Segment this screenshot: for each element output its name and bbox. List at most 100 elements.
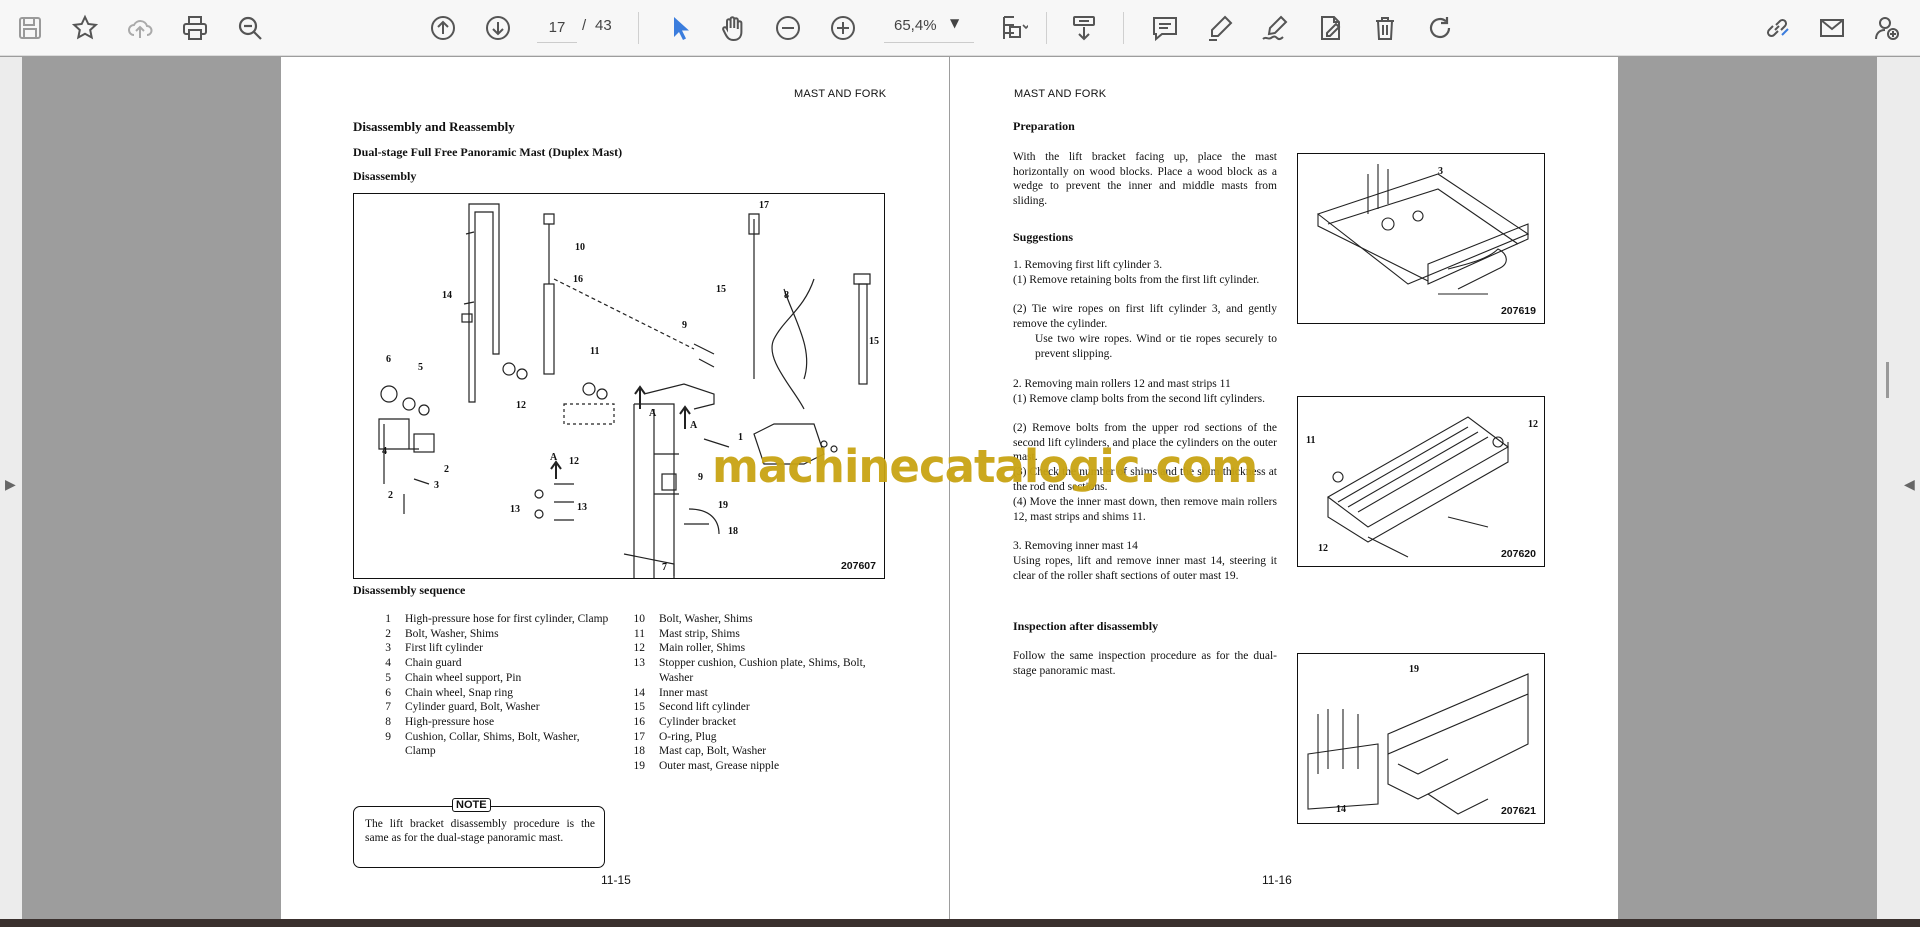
rotate-icon[interactable] xyxy=(1420,8,1460,48)
inspection-text: Follow the same inspection procedure as … xyxy=(1013,650,1277,677)
highlight-pen-icon[interactable] xyxy=(1200,8,1240,48)
list-item: 13 Stopper cushion, Cushion plate, Shims,… xyxy=(633,657,866,684)
figure-callout: 5 xyxy=(418,362,423,373)
cloud-upload-icon[interactable] xyxy=(120,8,160,48)
figure-callout: A xyxy=(550,452,558,463)
running-header: MAST AND FORK xyxy=(1014,88,1107,100)
step-item: 3. Removing inner mast 14 xyxy=(1013,540,1138,552)
section-heading: Inspection after disassembly xyxy=(1013,619,1159,633)
page-fit-icon[interactable] xyxy=(993,8,1033,48)
figure-207621: 19 14 207621 xyxy=(1297,653,1545,824)
list-item: 6 Chain wheel, Snap ring xyxy=(385,686,513,699)
save-icon[interactable] xyxy=(10,8,50,48)
list-item: 2 Bolt, Washer, Shims xyxy=(385,627,499,640)
list-item: 14 Inner mast xyxy=(633,686,708,699)
bookmark-star-icon[interactable] xyxy=(65,8,105,48)
toolbar-divider xyxy=(1123,12,1124,44)
figure-callout: 6 xyxy=(386,354,391,365)
figure-callout: 16 xyxy=(573,274,583,285)
right-panel-handle[interactable]: ◀ xyxy=(1877,57,1920,919)
figure-callout: 15 xyxy=(869,336,879,347)
comment-icon[interactable] xyxy=(1145,8,1185,48)
figure-callout: 17 xyxy=(759,200,769,211)
list-item: 10 Bolt, Washer, Shims xyxy=(633,613,753,625)
zoom-level-field[interactable]: 65,4% xyxy=(884,13,974,43)
signature-icon[interactable] xyxy=(1255,8,1295,48)
figure-callout: 12 xyxy=(569,456,579,467)
list-item: 18 Mast cap, Bolt, Washer xyxy=(633,745,767,758)
page-title: Disassembly and Reassembly xyxy=(353,119,515,134)
list-item: 4 Chain guard xyxy=(385,657,462,670)
preparation-text: With the lift bracket facing up, place t… xyxy=(1013,151,1277,207)
print-icon[interactable] xyxy=(175,8,215,48)
chevron-down-icon[interactable]: ▼ xyxy=(950,16,959,30)
page-down-icon[interactable] xyxy=(478,8,518,48)
figure-callout: 2 xyxy=(388,490,393,501)
list-item: 15 Second lift cylinder xyxy=(633,701,750,714)
list-item: 19 Outer mast, Grease nipple xyxy=(633,760,780,773)
step-item: (1) Remove retaining bolts from the firs… xyxy=(1013,274,1260,286)
step-item: (2) Tie wire ropes on first lift cylinde… xyxy=(1013,303,1277,330)
page-number: 11-15 xyxy=(601,873,631,887)
zoom-out-icon[interactable] xyxy=(768,8,808,48)
step-item: Use two wire ropes. Wind or tie ropes se… xyxy=(1035,333,1277,360)
watermark-text: machinecatalogic.com xyxy=(712,440,1258,493)
list-item: 16 Cylinder bracket xyxy=(633,715,736,728)
total-pages: 43 xyxy=(595,17,612,34)
add-user-icon[interactable] xyxy=(1867,8,1907,48)
figure-number: 207619 xyxy=(1500,305,1536,317)
email-icon[interactable] xyxy=(1812,8,1852,48)
sequence-list-col2: 10 Bolt, Washer, Shims 11 Mast strip, Shim… xyxy=(623,612,885,774)
section-heading: Suggestions xyxy=(1013,230,1074,244)
figure-callout: 9 xyxy=(682,320,687,331)
figure-callout: 11 xyxy=(1306,435,1316,446)
taskbar-strip xyxy=(0,919,1920,927)
toolbar: / 43 65,4% ▼ xyxy=(0,0,1920,56)
select-cursor-icon[interactable] xyxy=(660,8,700,48)
list-item: 8 High-pressure hose xyxy=(385,715,495,728)
note-text: The lift bracket disassembly procedure i… xyxy=(365,818,595,844)
figure-callout: 11 xyxy=(590,346,600,357)
list-item: 3 First lift cylinder xyxy=(385,642,483,655)
list-item: 9 Cushion, Collar, Shims, Bolt, Washer, C… xyxy=(385,730,580,758)
figure-callout: 9 xyxy=(698,472,703,483)
section-heading: Disassembly xyxy=(353,169,417,183)
list-item: 11 Mast strip, Shims xyxy=(633,627,740,640)
edit-document-icon[interactable] xyxy=(1310,8,1350,48)
toolbar-divider xyxy=(1046,12,1047,44)
figure-207619: 3 207619 xyxy=(1297,153,1545,324)
sequence-title: Disassembly sequence xyxy=(353,583,466,597)
page-separator: / xyxy=(582,17,587,34)
page-number-input[interactable] xyxy=(537,13,577,43)
figure-callout: A xyxy=(690,420,698,431)
sequence-list-col1: 1 High-pressure hose for first cylinder, … xyxy=(369,612,609,759)
step-item: Using ropes, lift and remove inner mast … xyxy=(1013,555,1277,582)
figure-callout: 13 xyxy=(577,502,587,513)
list-item: 7 Cylinder guard, Bolt, Washer xyxy=(385,701,540,714)
figure-callout: 12 xyxy=(1318,543,1328,554)
expand-left-icon[interactable]: ▶ xyxy=(5,477,16,493)
step-item: 2. Removing main rollers 12 and mast str… xyxy=(1013,378,1231,390)
figure-callout: 7 xyxy=(662,562,667,573)
figure-callout: A xyxy=(649,408,657,419)
scroll-mode-icon[interactable] xyxy=(1064,8,1104,48)
hand-tool-icon[interactable] xyxy=(713,8,753,48)
scrollbar-thumb[interactable] xyxy=(1886,362,1889,398)
figure-callout: 18 xyxy=(728,526,738,537)
figure-callout: 4 xyxy=(382,446,387,457)
share-link-icon[interactable] xyxy=(1757,8,1797,48)
figure-callout: 14 xyxy=(1336,804,1346,815)
delete-icon[interactable] xyxy=(1365,8,1405,48)
exploded-mast-diagram: 17 10 16 14 15 8 9 6 5 11 15 12 1 A A 4 … xyxy=(353,193,885,579)
figure-callout: 15 xyxy=(716,284,726,295)
zoom-in-icon[interactable] xyxy=(823,8,863,48)
expand-right-icon[interactable]: ◀ xyxy=(1904,477,1915,493)
page-up-icon[interactable] xyxy=(423,8,463,48)
list-item: 12 Main roller, Shims xyxy=(633,642,746,655)
note-label: NOTE xyxy=(452,798,491,812)
left-panel-handle[interactable]: ▶ xyxy=(0,57,22,919)
zoom-search-icon[interactable] xyxy=(230,8,270,48)
toolbar-divider xyxy=(638,12,639,44)
figure-number: 207620 xyxy=(1500,548,1536,560)
figure-number: 207607 xyxy=(840,560,876,572)
